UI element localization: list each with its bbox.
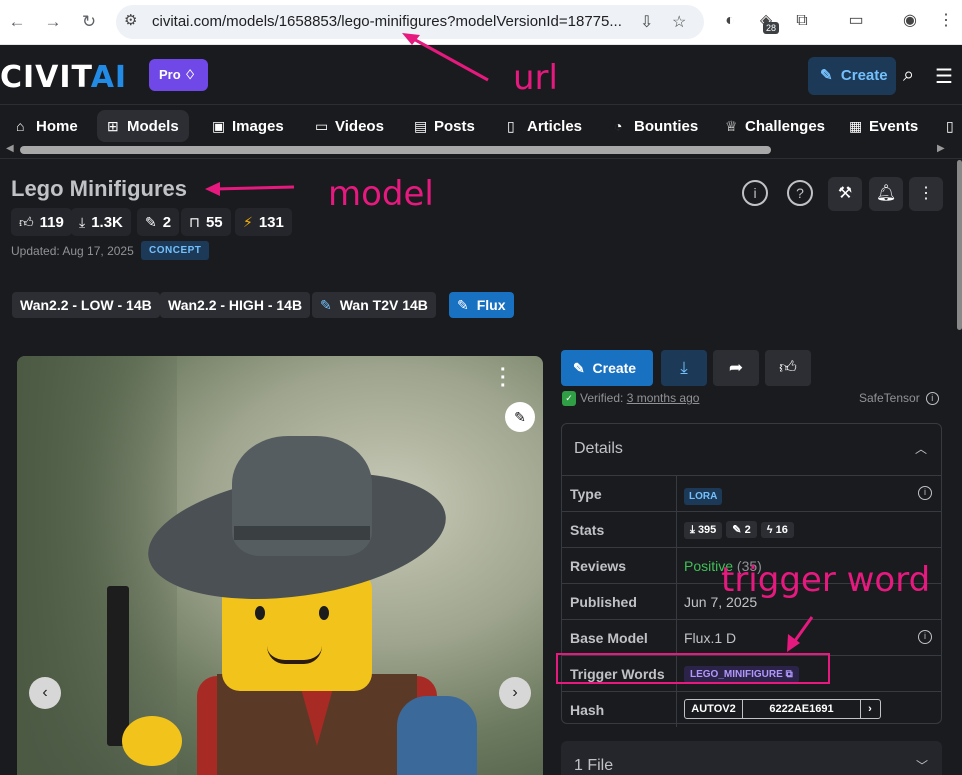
annotation-trigger-word: trigger word (721, 560, 931, 600)
page: ← → ↻ ⚙ civitai.com/models/1658853/lego-… (0, 0, 962, 775)
model-arrow-line (213, 185, 295, 191)
annotation-model: model (328, 174, 434, 214)
url-arrow-head (402, 33, 420, 45)
url-arrow-line (409, 35, 489, 82)
annotation-url: url (513, 58, 558, 98)
model-arrow-head (205, 182, 220, 196)
trigger-word-highlight (556, 653, 830, 684)
